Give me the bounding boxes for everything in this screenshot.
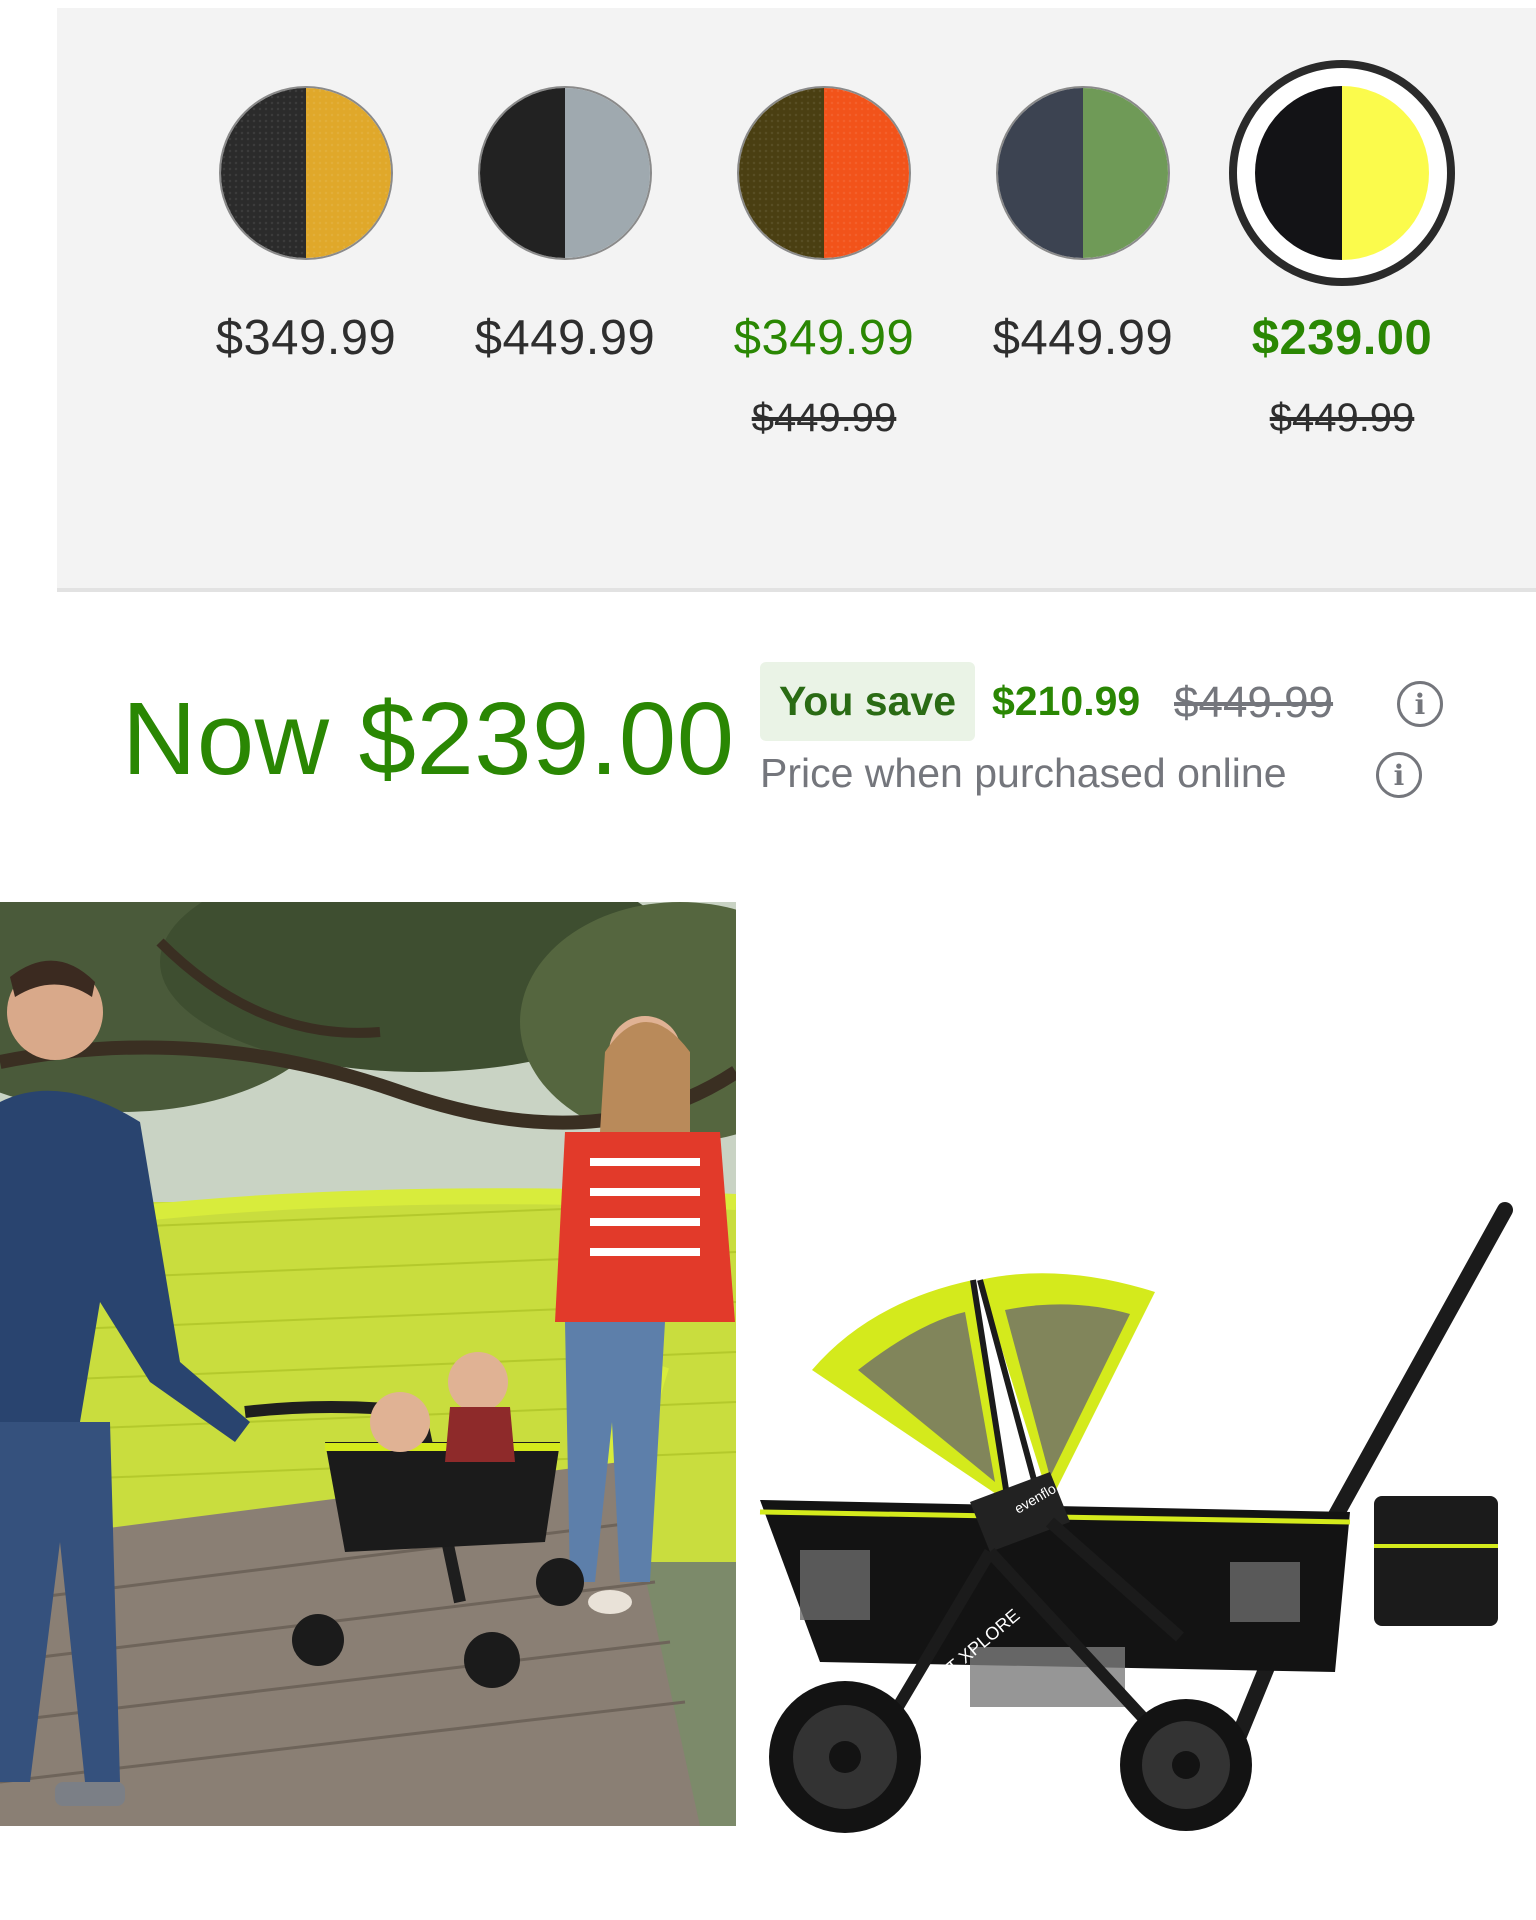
swatch-black-gray[interactable]: $449.99 <box>435 8 695 488</box>
swatch-was-price: $449.99 <box>751 396 897 440</box>
swatch-color-circle <box>996 86 1170 260</box>
info-icon[interactable]: i <box>1376 752 1422 798</box>
swatch-black-yellow[interactable]: $239.00 $449.99 <box>1212 8 1472 488</box>
original-price: $449.99 <box>1174 678 1334 727</box>
swatch-price: $349.99 <box>733 311 915 365</box>
swatch-price: $449.99 <box>992 311 1174 365</box>
online-price-note: Price when purchased online <box>760 750 1287 796</box>
swatch-black-mustard[interactable]: $349.99 <box>176 8 436 488</box>
family-wagon-photo[interactable] <box>0 902 736 1826</box>
swatch-was-price: $449.99 <box>1269 396 1415 440</box>
swatch-color-circle <box>737 86 911 260</box>
swatch-olive-orange[interactable]: $349.99 $449.99 <box>694 8 954 488</box>
info-icon[interactable]: i <box>1397 681 1443 727</box>
save-amount: $210.99 <box>992 678 1141 724</box>
you-save-badge: You save <box>760 662 975 741</box>
swatch-price: $449.99 <box>474 311 656 365</box>
swatch-color-circle <box>1255 86 1429 260</box>
swatch-color-circle <box>219 86 393 260</box>
current-price: Now $239.00 <box>122 681 735 796</box>
swatch-price: $239.00 <box>1251 311 1433 365</box>
swatch-color-circle <box>478 86 652 260</box>
swatch-navy-green[interactable]: $449.99 <box>953 8 1213 488</box>
swatch-price: $349.99 <box>215 311 397 365</box>
color-swatch-panel: $349.99 $449.99 $349.99 $449.99 $449.99 … <box>57 8 1536 592</box>
stroller-wagon-product-photo[interactable]: evenflo PIVOT XPLORE <box>750 902 1536 1862</box>
